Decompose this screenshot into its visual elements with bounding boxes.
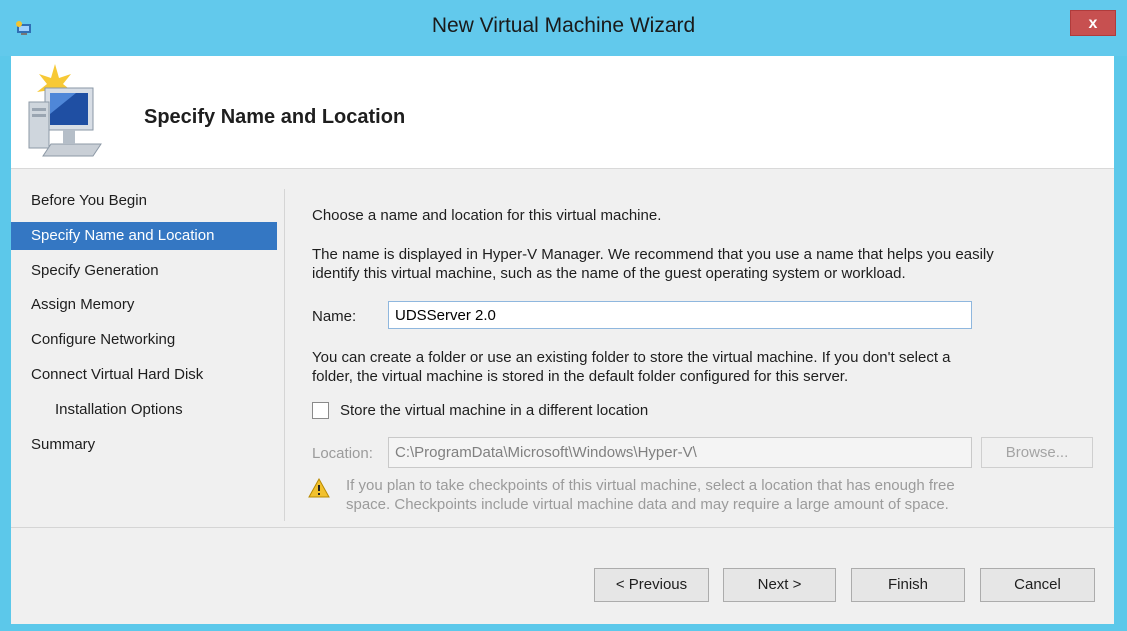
- location-field[interactable]: [388, 437, 972, 468]
- browse-button[interactable]: Browse...: [981, 437, 1093, 468]
- step-summary[interactable]: Summary: [11, 431, 277, 459]
- step-specify-generation[interactable]: Specify Generation: [11, 257, 277, 285]
- close-button[interactable]: x: [1070, 10, 1116, 36]
- step-configure-networking[interactable]: Configure Networking: [11, 326, 277, 354]
- wizard-steps: Before You Begin Specify Name and Locati…: [11, 169, 283, 524]
- description-line-1: The name is displayed in Hyper-V Manager…: [312, 246, 994, 263]
- step-installation-options[interactable]: Installation Options: [11, 396, 277, 424]
- folder-line-2: folder, the virtual machine is stored in…: [312, 368, 849, 385]
- step-assign-memory[interactable]: Assign Memory: [11, 291, 277, 319]
- next-button[interactable]: Next >: [723, 568, 836, 602]
- warning-line-2: space. Checkpoints include virtual machi…: [346, 496, 949, 513]
- folder-line-1: You can create a folder or use an existi…: [312, 349, 951, 366]
- store-location-label[interactable]: Store the virtual machine in a different…: [340, 401, 648, 420]
- window-title: New Virtual Machine Wizard: [431, 14, 696, 37]
- wizard-window: New Virtual Machine Wizard x Specify Nam…: [0, 0, 1127, 631]
- name-label: Name:: [312, 308, 357, 325]
- step-specify-name-and-location[interactable]: Specify Name and Location: [11, 222, 277, 250]
- previous-button[interactable]: < Previous: [594, 568, 709, 602]
- nav-divider: [284, 189, 285, 521]
- cancel-button[interactable]: Cancel: [980, 568, 1095, 602]
- description-line-2: identify this virtual machine, such as t…: [312, 265, 906, 282]
- footer-divider: [11, 527, 1114, 528]
- location-label: Location:: [312, 445, 373, 462]
- wizard-header: Specify Name and Location: [11, 56, 1114, 169]
- store-location-checkbox[interactable]: [312, 402, 329, 419]
- close-icon: x: [1088, 15, 1098, 32]
- intro-text: Choose a name and location for this virt…: [312, 207, 662, 224]
- step-before-you-begin[interactable]: Before You Begin: [11, 187, 277, 215]
- name-field[interactable]: [388, 301, 972, 329]
- wizard-body: Specify Name and Location Before You Beg…: [11, 56, 1114, 624]
- finish-button[interactable]: Finish: [851, 568, 965, 602]
- page-title: Specify Name and Location: [144, 106, 406, 128]
- warning-line-1: If you plan to take checkpoints of this …: [346, 477, 955, 494]
- wizard-computer-icon: [28, 64, 102, 157]
- title-bar[interactable]: New Virtual Machine Wizard x: [0, 0, 1127, 56]
- warning-icon: [308, 478, 330, 498]
- step-connect-virtual-hard-disk[interactable]: Connect Virtual Hard Disk: [11, 361, 277, 389]
